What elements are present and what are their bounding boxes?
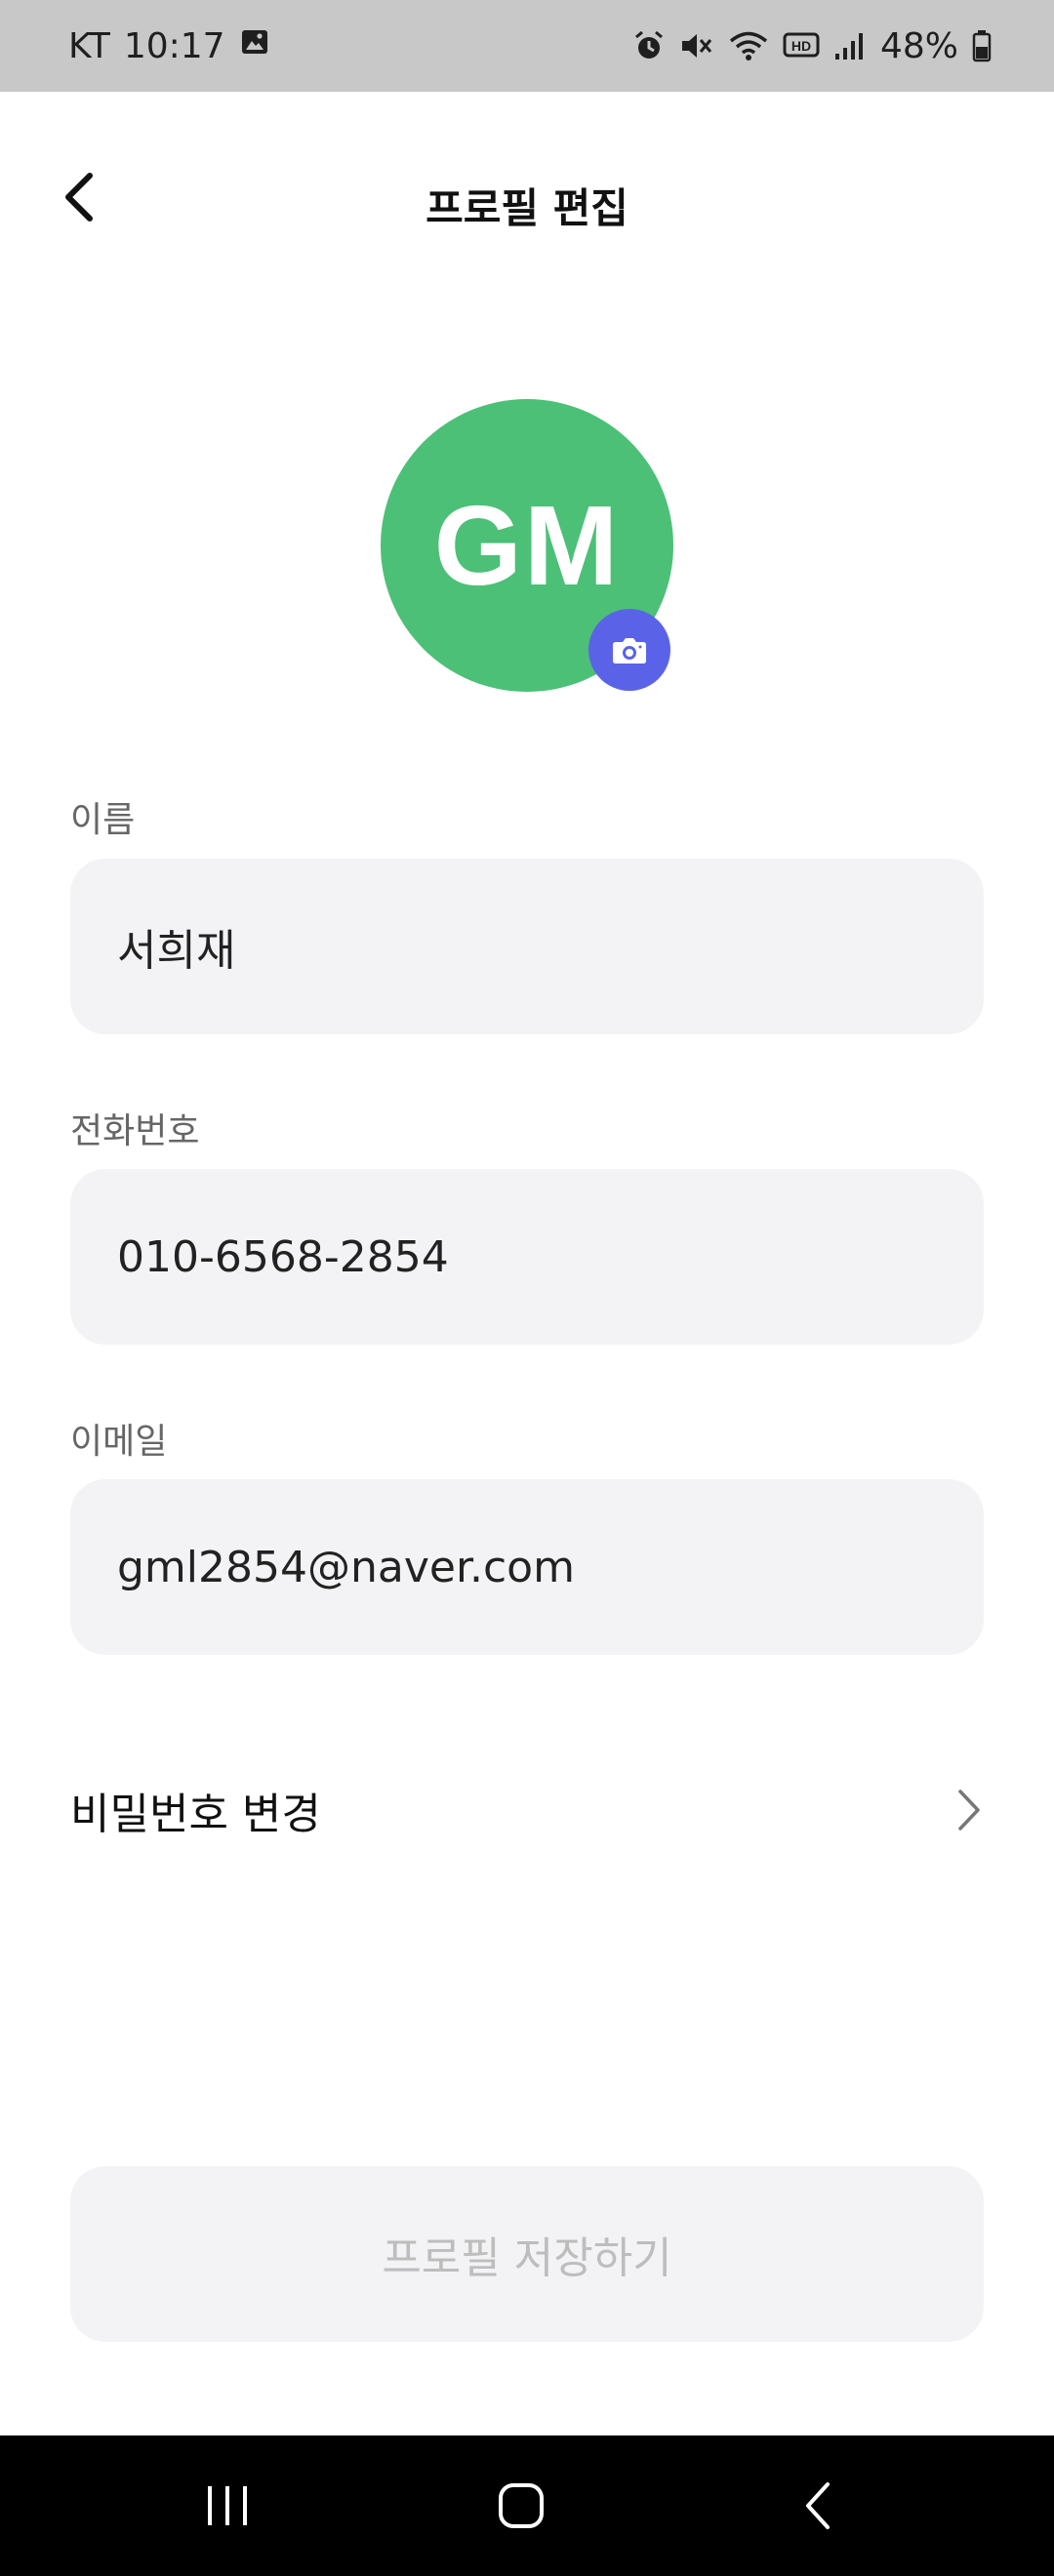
recent-apps-button[interactable] bbox=[192, 2471, 263, 2541]
name-input[interactable] bbox=[117, 921, 984, 972]
clock-label: 10:17 bbox=[123, 25, 225, 66]
name-field-container bbox=[70, 859, 984, 1034]
nav-back-button[interactable] bbox=[783, 2471, 853, 2541]
avatar-initials: GM bbox=[433, 482, 621, 609]
phone-input[interactable] bbox=[117, 1231, 984, 1282]
page-title: 프로필 편집 bbox=[426, 184, 628, 232]
home-button[interactable] bbox=[486, 2471, 556, 2541]
email-input[interactable] bbox=[117, 1542, 984, 1592]
phone-field-container bbox=[70, 1169, 984, 1345]
status-left: KT 10:17 bbox=[68, 26, 270, 66]
password-change-label: 비밀번호 변경 bbox=[70, 1790, 321, 1839]
status-right: HD 48% bbox=[632, 26, 992, 66]
battery-label: 48% bbox=[879, 25, 958, 66]
status-bar: KT 10:17 HD 48% bbox=[0, 0, 1054, 92]
camera-icon bbox=[613, 638, 646, 664]
hd-icon: HD bbox=[783, 31, 820, 60]
app-bar: 프로필 편집 bbox=[0, 92, 1054, 306]
battery-icon bbox=[972, 29, 992, 62]
change-photo-button[interactable] bbox=[588, 609, 670, 691]
mute-icon bbox=[679, 29, 714, 62]
profile-edit-screen: KT 10:17 HD 48% 프로필 편집 GM 이름 서희재 전화번호 01… bbox=[0, 0, 1054, 2576]
home-icon bbox=[499, 2483, 544, 2528]
recent-apps-icon bbox=[208, 2486, 247, 2525]
gallery-icon bbox=[239, 26, 270, 66]
name-label: 이름 bbox=[70, 800, 136, 840]
email-label: 이메일 bbox=[70, 1422, 168, 1462]
svg-text:HD: HD bbox=[791, 38, 811, 54]
signal-icon bbox=[833, 30, 867, 61]
back-icon bbox=[806, 2482, 830, 2529]
password-change-row[interactable]: 비밀번호 변경 bbox=[70, 1766, 984, 1854]
email-field-container bbox=[70, 1479, 984, 1655]
alarm-icon bbox=[632, 29, 666, 62]
chevron-right-icon bbox=[958, 1790, 980, 1831]
wifi-icon bbox=[728, 29, 769, 62]
phone-label: 전화번호 bbox=[70, 1111, 200, 1151]
navigation-bar bbox=[0, 2435, 1054, 2576]
carrier-label: KT bbox=[68, 25, 110, 66]
save-profile-button[interactable]: 프로필 저장하기 bbox=[70, 2166, 984, 2342]
